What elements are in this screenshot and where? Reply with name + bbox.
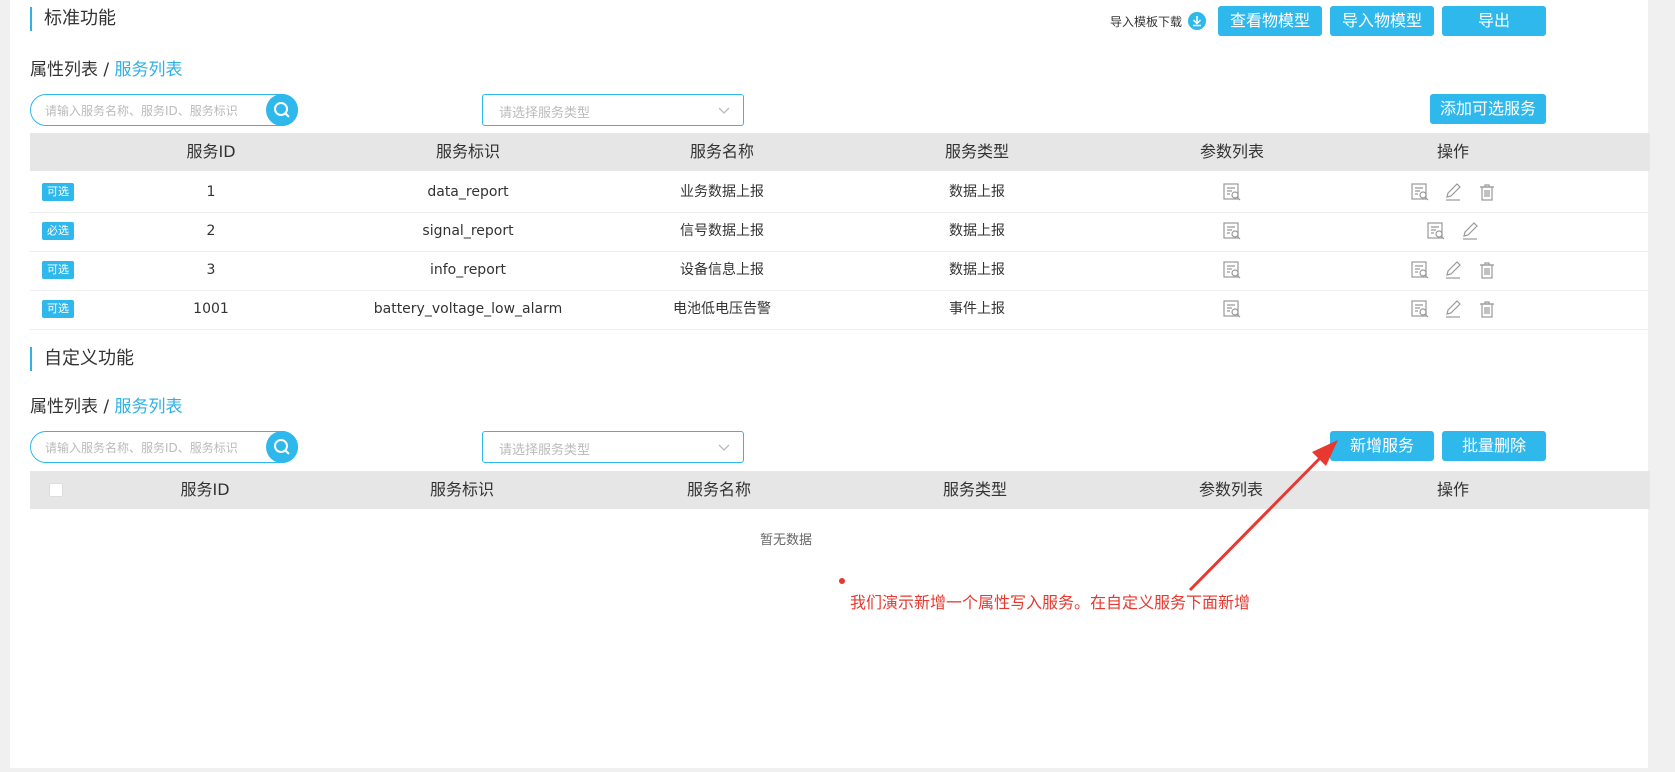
annotation-text: 我们演示新增一个属性写入服务。在自定义服务下面新增	[850, 593, 1251, 612]
main-panel: 标准功能 导入模板下载 查看物模型 导入物模型 导出 属性列表 / 服务列表 请…	[10, 0, 1650, 768]
annotation-arrow-icon	[839, 440, 1338, 592]
